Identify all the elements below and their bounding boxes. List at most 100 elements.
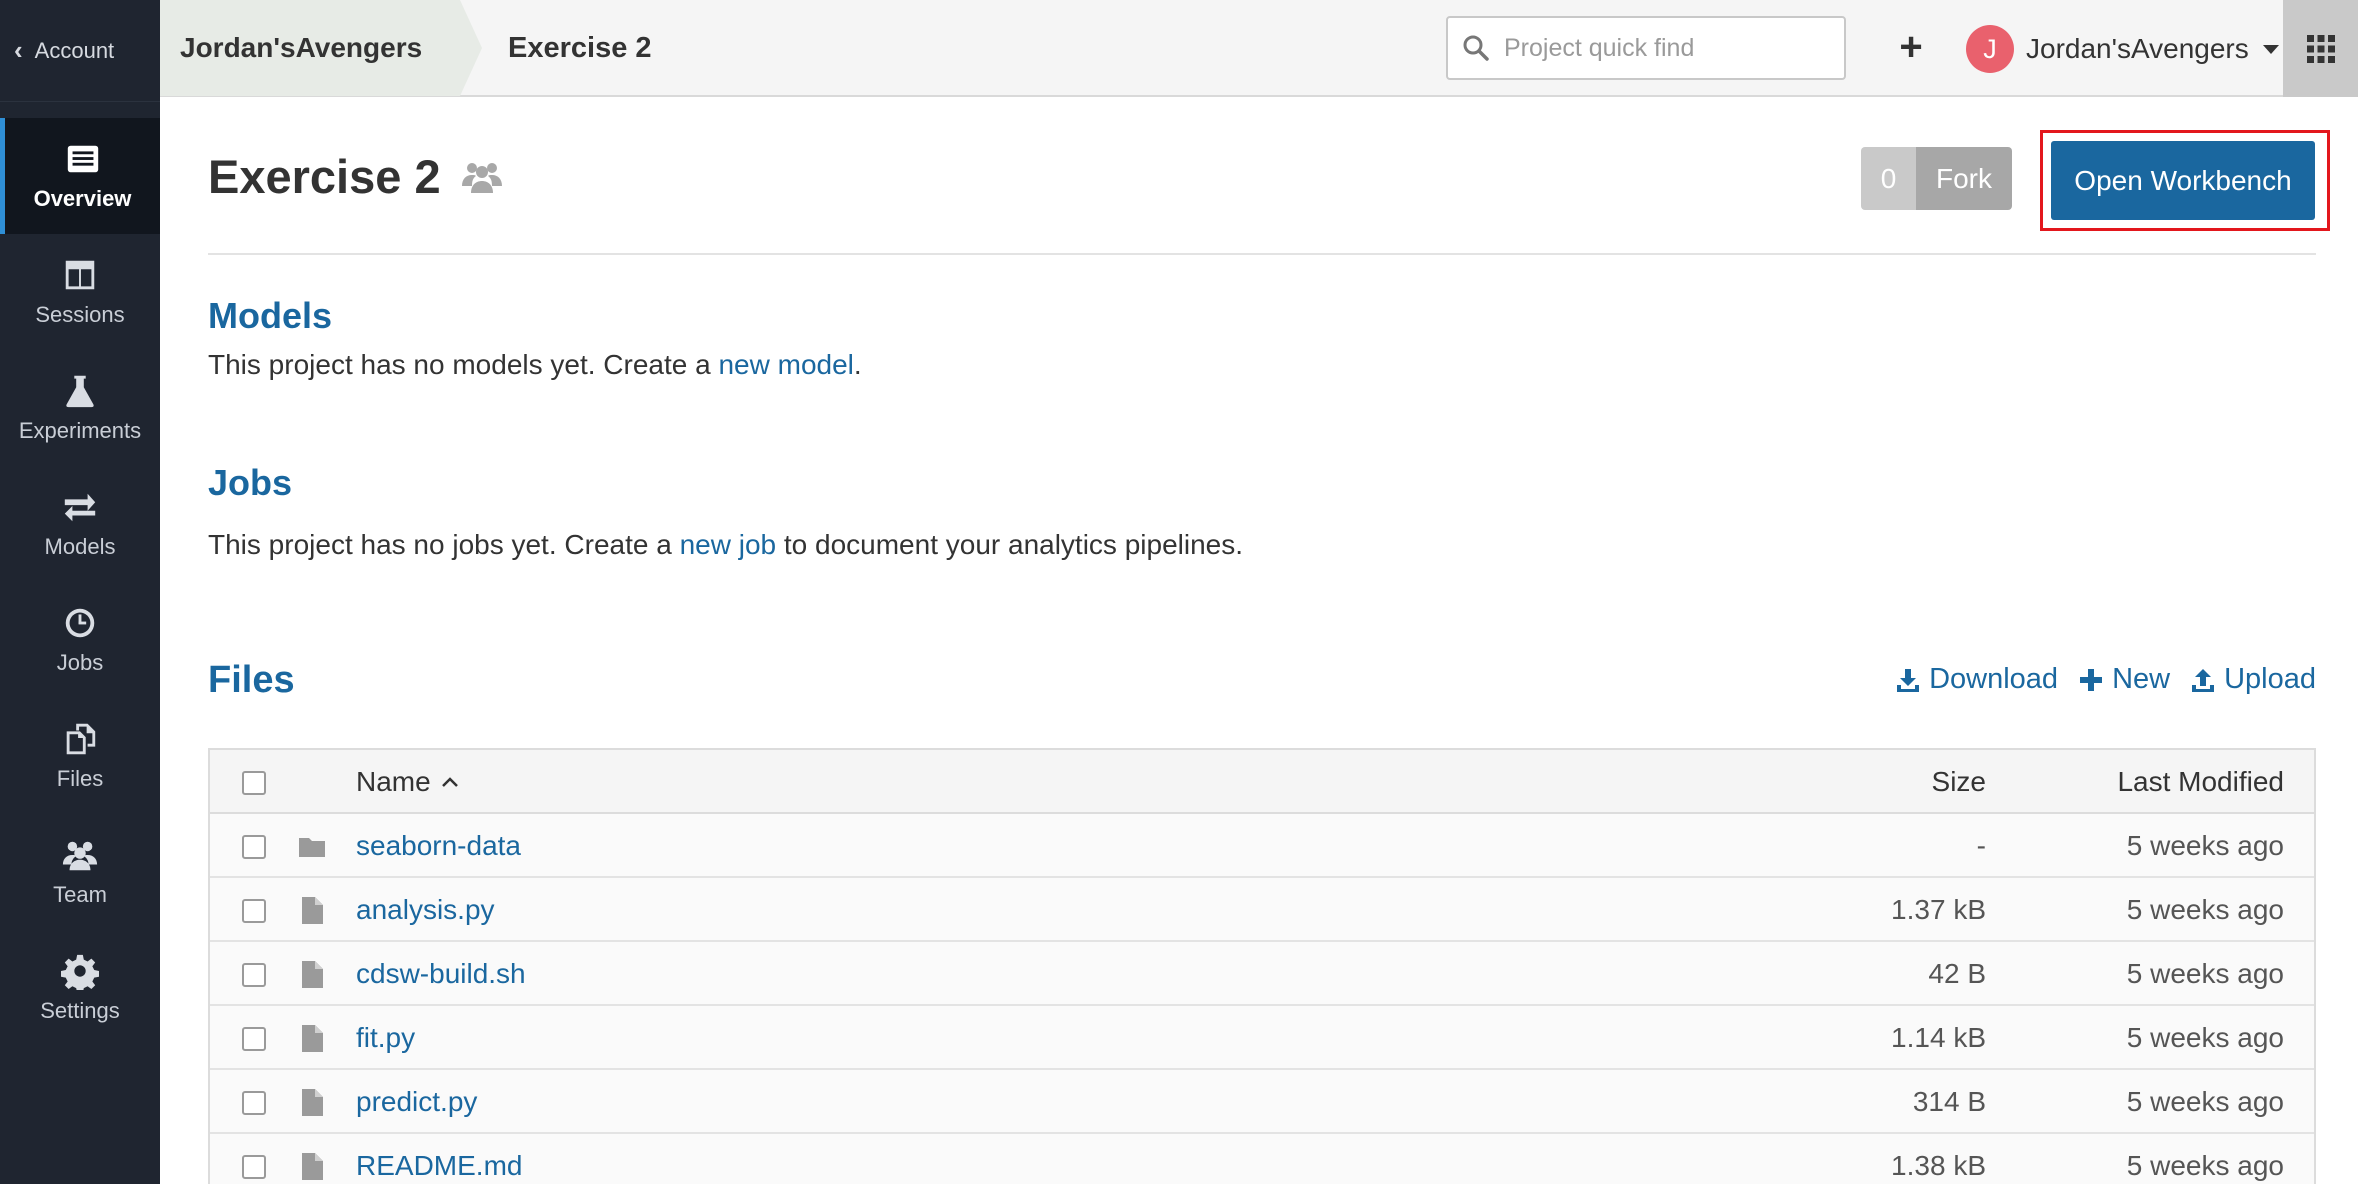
jobs-text: This project has no jobs yet. Create a bbox=[208, 529, 680, 560]
row-checkbox[interactable] bbox=[242, 963, 266, 987]
grid-icon bbox=[2306, 34, 2335, 63]
file-modified: 5 weeks ago bbox=[2126, 1150, 2284, 1181]
team-icon bbox=[461, 162, 502, 193]
sessions-icon bbox=[65, 260, 95, 290]
file-name-link[interactable]: analysis.py bbox=[356, 894, 495, 926]
flask-icon bbox=[66, 375, 94, 408]
file-icon bbox=[302, 1153, 323, 1180]
name-column-header[interactable]: Name bbox=[356, 766, 459, 798]
project-header: Exercise 2 0 Fork Open Workbench bbox=[208, 97, 2330, 255]
download-icon bbox=[1897, 668, 1920, 692]
chevron-left-icon: ‹ bbox=[14, 35, 23, 65]
project-title: Exercise 2 bbox=[208, 150, 441, 203]
file-size: 1.14 kB bbox=[1891, 1022, 1986, 1053]
file-modified: 5 weeks ago bbox=[2126, 830, 2284, 861]
main-content: Exercise 2 0 Fork Open Workbench Models … bbox=[208, 97, 2330, 1184]
search-input[interactable] bbox=[1504, 33, 1834, 63]
row-checkbox[interactable] bbox=[242, 1091, 266, 1115]
sidebar-item-label: Sessions bbox=[35, 302, 125, 327]
models-text-end: . bbox=[853, 349, 862, 380]
sidebar-item-sessions[interactable]: Sessions bbox=[0, 234, 160, 350]
project-quick-find[interactable] bbox=[1446, 16, 1846, 80]
clock-icon bbox=[65, 608, 95, 638]
avatar: J bbox=[1966, 25, 2014, 73]
table-row[interactable]: README.md 1.38 kB 5 weeks ago bbox=[210, 1134, 2314, 1184]
file-name-link[interactable]: seaborn-data bbox=[356, 830, 521, 862]
row-checkbox[interactable] bbox=[242, 1027, 266, 1051]
file-size: 314 B bbox=[1912, 1086, 1986, 1117]
file-name-link[interactable]: fit.py bbox=[356, 1022, 415, 1054]
new-label: New bbox=[2112, 663, 2171, 695]
select-all-checkbox[interactable] bbox=[242, 771, 266, 795]
sidebar-item-label: Files bbox=[56, 766, 104, 791]
user-menu[interactable]: J Jordan'sAvengers bbox=[1966, 24, 2279, 74]
account-back-link[interactable]: ‹ Account bbox=[0, 0, 160, 102]
files-icon bbox=[66, 723, 96, 755]
table-row[interactable]: predict.py 314 B 5 weeks ago bbox=[210, 1070, 2314, 1134]
sidebar-item-settings[interactable]: Settings bbox=[0, 930, 160, 1046]
sidebar-item-label: Models bbox=[44, 534, 116, 559]
file-name-link[interactable]: cdsw-build.sh bbox=[356, 958, 526, 990]
upload-button[interactable]: Upload bbox=[2190, 663, 2316, 696]
search-icon bbox=[1463, 35, 1489, 61]
files-heading[interactable]: Files bbox=[208, 659, 295, 702]
models-empty-text: This project has no models yet. Create a… bbox=[208, 349, 862, 381]
sidebar-item-overview[interactable]: Overview bbox=[0, 118, 160, 234]
add-button[interactable]: + bbox=[1886, 22, 1936, 72]
breadcrumb-separator bbox=[460, 0, 482, 96]
sort-ascending-icon bbox=[441, 777, 458, 787]
models-heading[interactable]: Models bbox=[208, 295, 332, 337]
plus-icon: + bbox=[1899, 24, 1923, 69]
download-button[interactable]: Download bbox=[1895, 663, 2058, 696]
file-modified: 5 weeks ago bbox=[2126, 894, 2284, 925]
file-icon bbox=[302, 961, 323, 988]
arrows-icon bbox=[64, 493, 96, 522]
sidebar-item-files[interactable]: Files bbox=[0, 698, 160, 814]
file-modified: 5 weeks ago bbox=[2126, 958, 2284, 989]
file-size: 42 B bbox=[1928, 958, 1986, 989]
table-row[interactable]: cdsw-build.sh 42 B 5 weeks ago bbox=[210, 942, 2314, 1006]
apps-menu-button[interactable] bbox=[2283, 0, 2358, 97]
modified-column-header[interactable]: Last Modified bbox=[2117, 766, 2284, 798]
sidebar-item-experiments[interactable]: Experiments bbox=[0, 350, 160, 466]
overview-icon bbox=[67, 145, 98, 173]
jobs-empty-text: This project has no jobs yet. Create a n… bbox=[208, 529, 1243, 561]
table-row[interactable]: seaborn-data - 5 weeks ago bbox=[210, 814, 2314, 878]
new-file-button[interactable]: New bbox=[2078, 663, 2170, 696]
file-name-link[interactable]: README.md bbox=[356, 1150, 522, 1182]
open-workbench-button[interactable]: Open Workbench bbox=[2051, 141, 2315, 220]
breadcrumb-team[interactable]: Jordan'sAvengers bbox=[160, 0, 460, 96]
fork-count: 0 bbox=[1861, 147, 1916, 210]
fork-button[interactable]: 0 Fork bbox=[1861, 147, 2012, 210]
sidebar-item-team[interactable]: Team bbox=[0, 814, 160, 930]
sidebar-item-label: Experiments bbox=[18, 418, 142, 443]
new-job-link[interactable]: new job bbox=[680, 529, 777, 560]
file-name-link[interactable]: predict.py bbox=[356, 1086, 477, 1118]
table-row[interactable]: analysis.py 1.37 kB 5 weeks ago bbox=[210, 878, 2314, 942]
jobs-heading[interactable]: Jobs bbox=[208, 462, 292, 504]
row-checkbox[interactable] bbox=[242, 899, 266, 923]
file-size: - bbox=[1976, 830, 1986, 861]
row-checkbox[interactable] bbox=[242, 1155, 266, 1179]
upload-label: Upload bbox=[2224, 663, 2316, 695]
file-icon bbox=[302, 1025, 323, 1052]
sidebar-item-label: Settings bbox=[40, 998, 120, 1023]
file-modified: 5 weeks ago bbox=[2126, 1086, 2284, 1117]
sidebar-item-jobs[interactable]: Jobs bbox=[0, 582, 160, 698]
files-actions: Download New Upload bbox=[1895, 663, 2316, 696]
models-text: This project has no models yet. Create a bbox=[208, 349, 719, 380]
breadcrumb-project: Exercise 2 bbox=[508, 31, 652, 64]
size-column-header[interactable]: Size bbox=[1932, 766, 1986, 798]
table-row[interactable]: fit.py 1.14 kB 5 weeks ago bbox=[210, 1006, 2314, 1070]
file-icon bbox=[302, 1089, 323, 1116]
team-icon bbox=[62, 841, 98, 871]
row-checkbox[interactable] bbox=[242, 835, 266, 859]
page-title: Exercise 2 bbox=[208, 149, 503, 204]
sidebar-item-models[interactable]: Models bbox=[0, 466, 160, 582]
sidebar: ‹ Account Overview Sessions Experiments … bbox=[0, 0, 160, 1184]
file-icon bbox=[302, 897, 323, 924]
plus-icon bbox=[2080, 668, 2103, 691]
file-size: 1.37 kB bbox=[1891, 894, 1986, 925]
new-model-link[interactable]: new model bbox=[718, 349, 853, 380]
files-table: Name Size Last Modified seaborn-data - 5… bbox=[208, 748, 2316, 1184]
